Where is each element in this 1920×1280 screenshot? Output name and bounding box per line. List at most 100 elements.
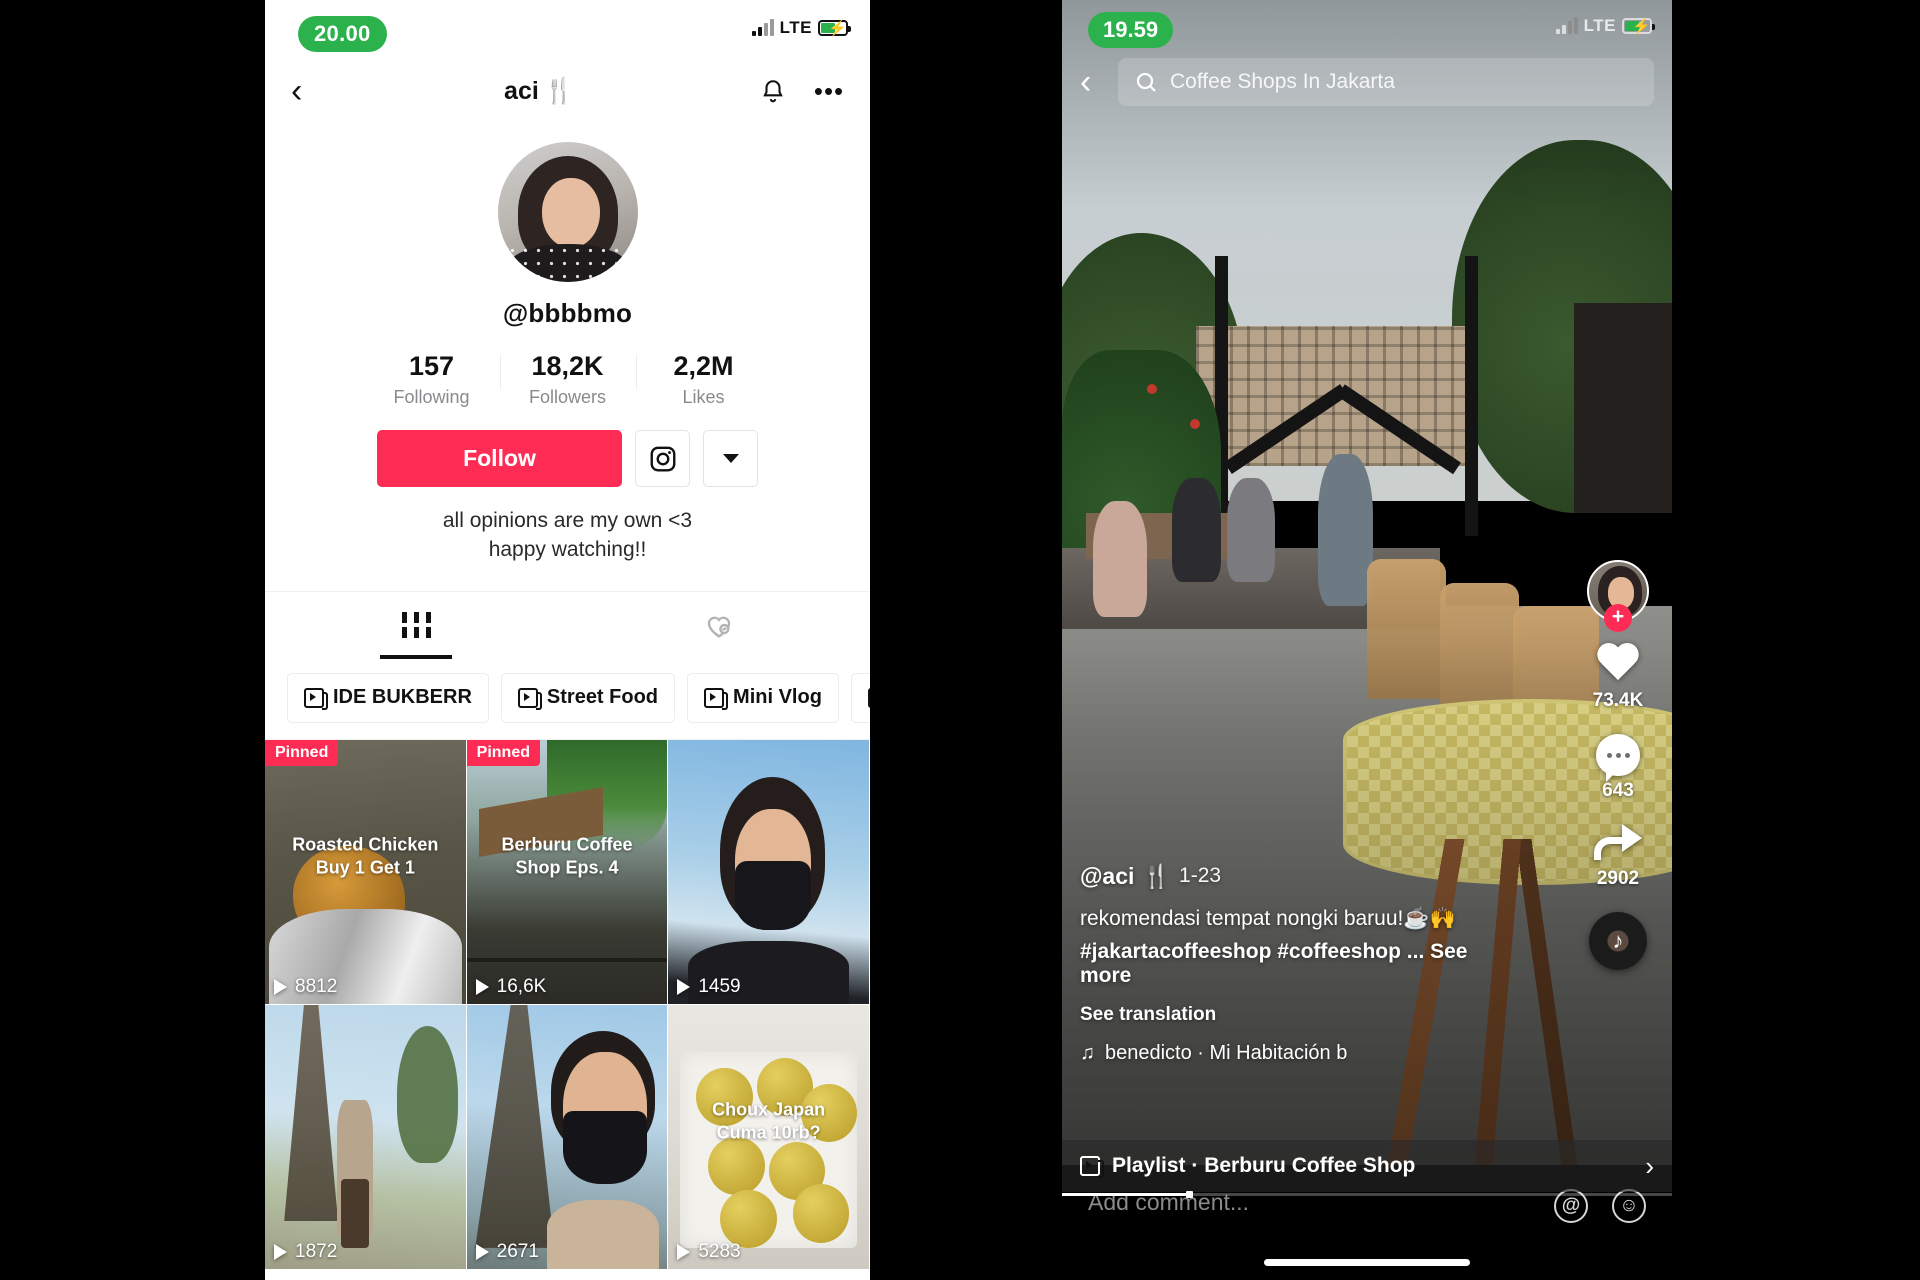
home-indicator	[1264, 1259, 1470, 1266]
bio-line-1: all opinions are my own <3	[442, 509, 693, 532]
stat-value: 157	[408, 351, 455, 381]
hashtags: #jakartacoffeeshop #coffeeshop ...	[1080, 940, 1425, 963]
playlist-chip[interactable]: IDE BUKBERR	[287, 672, 489, 723]
back-chevron-icon[interactable]: ‹	[291, 74, 321, 108]
play-icon	[677, 1243, 691, 1260]
status-indicators: LTE ⚡	[1555, 16, 1655, 36]
video-plays: 1459	[677, 975, 741, 998]
see-translation-link[interactable]: See translation	[1080, 1004, 1500, 1026]
network-label: LTE	[1583, 16, 1616, 35]
bio-line-2: happy watching!!	[488, 537, 647, 561]
video-plays: 1872	[274, 1241, 337, 1263]
video-plays: 2671	[475, 1240, 539, 1263]
stat-value: 18,2K	[531, 351, 604, 381]
playlist-label: Mini Vlog	[733, 686, 822, 709]
search-input[interactable]: Coffee Shops In Jakarta	[1118, 58, 1654, 106]
play-icon	[274, 978, 287, 995]
playlist-icon	[867, 687, 870, 708]
interaction-rail: + 73.4K 643 2902 ♪	[1578, 560, 1658, 970]
pinned-badge: Pinned	[265, 739, 339, 766]
video-plays: 8812	[274, 976, 337, 998]
playlist-label: Street Food	[546, 686, 659, 709]
avatar[interactable]	[497, 142, 638, 282]
instagram-icon[interactable]	[635, 430, 690, 487]
like-button[interactable]: 73.4K	[1593, 644, 1644, 712]
stat-likes[interactable]: 2,2M Likes	[635, 351, 772, 408]
back-chevron-icon[interactable]: ‹	[1080, 65, 1104, 99]
caption-block: @aci 🍴 1-23 rekomendasi tempat nongki ba…	[1080, 863, 1500, 1065]
video-thumb[interactable]: Pinned Roasted Chicken Buy 1 Get 1 8812	[265, 739, 467, 1005]
video-thumb[interactable]: 1459	[668, 739, 870, 1005]
bell-icon[interactable]	[758, 76, 788, 106]
share-count: 2902	[1596, 868, 1640, 889]
comment-button[interactable]: 643	[1596, 734, 1640, 802]
playlist-chips[interactable]: IDE BUKBERR Street Food Mini Vlog	[265, 659, 870, 740]
video-title: Choux Japan Cuma 10rb?	[712, 1099, 826, 1143]
battery-charging-icon: ⚡	[1622, 18, 1655, 35]
status-time: 20.00	[298, 16, 387, 52]
playlist-chip[interactable]: Street Food	[500, 672, 676, 723]
pinned-badge: Pinned	[466, 739, 540, 766]
video-thumb[interactable]: 2671	[466, 1004, 669, 1270]
search-query: Coffee Shops In Jakarta	[1170, 70, 1395, 93]
playlist-chip[interactable]	[850, 672, 870, 723]
creator-avatar[interactable]: +	[1587, 560, 1649, 632]
profile-actions: Follow	[265, 430, 870, 487]
video-title: Roasted Chicken Buy 1 Get 1	[292, 834, 439, 878]
stat-label: Following	[393, 387, 470, 407]
playlist-bar[interactable]: Playlist · Berburu Coffee Shop ›	[1062, 1140, 1672, 1192]
chevron-down-icon[interactable]	[703, 430, 758, 487]
status-indicators: LTE ⚡	[751, 18, 851, 38]
more-dots-icon[interactable]: •••	[814, 76, 844, 106]
play-count: 5283	[698, 1240, 741, 1262]
profile-tabs	[265, 590, 871, 659]
avatar-wrapper	[265, 142, 870, 282]
stat-label: Likes	[682, 387, 725, 407]
play-icon	[274, 1243, 287, 1260]
comment-icon	[1596, 734, 1640, 782]
signal-bars-icon	[751, 19, 774, 36]
playlist-icon	[1080, 1156, 1104, 1178]
play-icon	[677, 978, 691, 995]
play-count: 1872	[295, 1240, 338, 1262]
share-button[interactable]: 2902	[1594, 824, 1642, 890]
profile-bio: all opinions are my own <3 happy watchin…	[265, 507, 870, 565]
playlist-chip[interactable]: Mini Vlog	[687, 672, 839, 723]
caption-author[interactable]: @aci 🍴 1-23	[1080, 863, 1500, 890]
video-thumb[interactable]: 1872	[265, 1004, 467, 1270]
fork-knife-emoji-icon: 🍴	[543, 76, 575, 105]
share-arrow-icon	[1594, 824, 1642, 864]
comment-count: 643	[1602, 780, 1634, 801]
video-progress-bar[interactable]	[1062, 1191, 1672, 1198]
video-thumb[interactable]: Pinned Berburu Coffee Shop Eps. 4 16,6K	[466, 739, 669, 1005]
heart-icon	[1595, 644, 1641, 686]
video-thumb[interactable]: Choux Japan Cuma 10rb? 5283	[668, 1004, 870, 1270]
tab-liked[interactable]	[568, 592, 871, 659]
music-row[interactable]: ♫ benedicto · Mi Habitación b	[1080, 1042, 1500, 1065]
play-count: 2671	[496, 1240, 539, 1262]
profile-screen: 20.00 LTE ⚡ ‹ aci 🍴 ••• @bbbbmo 157 Foll…	[265, 0, 870, 1280]
video-plays: 16,6K	[475, 976, 546, 998]
post-date: 1-23	[1179, 864, 1222, 888]
video-title: Berburu Coffee Shop Eps. 4	[501, 834, 633, 878]
author-username: @aci	[1080, 862, 1135, 889]
follow-plus-button[interactable]: +	[1604, 604, 1632, 632]
tab-videos-grid[interactable]	[265, 592, 568, 659]
stat-value: 2,2M	[673, 351, 734, 381]
play-count: 1459	[698, 975, 741, 997]
stat-following[interactable]: 157 Following	[364, 351, 500, 408]
header-username: aci	[504, 76, 539, 105]
playlist-icon	[304, 687, 328, 710]
music-title: benedicto · Mi Habitación b	[1105, 1042, 1348, 1064]
search-icon	[1136, 72, 1156, 92]
caption-hashtags[interactable]: #jakartacoffeeshop #coffeeshop ... See m…	[1080, 940, 1500, 988]
follow-button[interactable]: Follow	[377, 430, 622, 487]
battery-charging-icon: ⚡	[818, 20, 851, 37]
music-disc-icon[interactable]: ♪	[1589, 912, 1647, 970]
header-actions: •••	[758, 76, 844, 106]
status-bar: 20.00 LTE ⚡	[265, 0, 870, 58]
network-label: LTE	[779, 18, 812, 37]
stat-followers[interactable]: 18,2K Followers	[499, 351, 636, 408]
profile-header: ‹ aci 🍴 •••	[265, 58, 870, 120]
search-row: ‹ Coffee Shops In Jakarta	[1062, 58, 1672, 106]
